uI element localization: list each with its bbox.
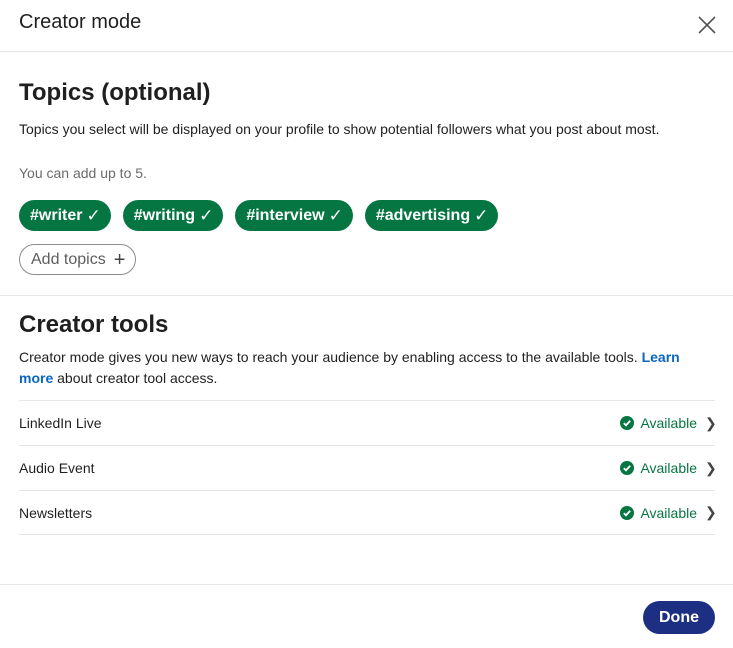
tool-status: Available ❯ <box>620 504 717 521</box>
topics-description: Topics you select will be displayed on y… <box>19 121 660 137</box>
chevron-right-icon: ❯ <box>705 504 717 520</box>
chip-label: #advertising <box>375 206 471 224</box>
chip-label: #interview <box>246 206 325 224</box>
tool-row-audio-event[interactable]: Audio Event Available ❯ <box>19 445 717 490</box>
chip-label: #writer <box>30 206 83 224</box>
status-label: Available <box>640 460 697 476</box>
check-circle-icon <box>620 416 635 430</box>
tool-status: Available ❯ <box>620 414 717 432</box>
tools-description: Creator mode gives you new ways to reach… <box>19 347 715 389</box>
check-icon: ✓ <box>86 205 101 225</box>
topic-chip-writing[interactable]: #writing ✓ <box>122 200 224 231</box>
plus-icon: + <box>113 248 126 271</box>
close-icon <box>698 16 716 34</box>
chip-label: #writing <box>133 206 196 224</box>
topic-chip-advertising[interactable]: #advertising ✓ <box>364 200 499 231</box>
modal-footer: Done <box>0 584 733 648</box>
check-icon: ✓ <box>199 205 214 225</box>
modal-header: Creator mode <box>0 0 733 52</box>
add-topics-button[interactable]: Add topics + <box>19 244 137 275</box>
close-button[interactable] <box>696 14 718 36</box>
check-circle-icon <box>620 461 635 475</box>
tools-desc-prefix: Creator mode gives you new ways to reach… <box>19 349 642 365</box>
check-icon: ✓ <box>474 205 489 225</box>
tool-row-linkedin-live[interactable]: LinkedIn Live Available ❯ <box>19 400 717 445</box>
tool-name: Newsletters <box>19 504 93 521</box>
tool-name: Audio Event <box>19 460 95 476</box>
chevron-right-icon: ❯ <box>705 459 717 476</box>
modal-title: Creator mode <box>19 11 142 33</box>
done-button[interactable]: Done <box>643 601 715 634</box>
topic-chip-interview[interactable]: #interview ✓ <box>235 200 353 231</box>
topics-hint: You can add up to 5. <box>19 165 147 181</box>
tools-desc-suffix: about creator tool access. <box>53 370 218 386</box>
topic-chips: #writer ✓ #writing ✓ #interview ✓ #advertis… <box>19 200 499 231</box>
tools-title: Creator tools <box>19 311 169 338</box>
check-icon: ✓ <box>328 205 343 225</box>
topic-chip-writer[interactable]: #writer ✓ <box>19 200 111 231</box>
tool-status: Available ❯ <box>620 459 717 477</box>
chevron-right-icon: ❯ <box>705 414 717 431</box>
status-label: Available <box>640 415 697 431</box>
tool-name: LinkedIn Live <box>19 415 102 431</box>
tools-list: LinkedIn Live Available ❯ Audio Event Av… <box>19 400 717 535</box>
add-topics-label: Add topics <box>31 250 106 268</box>
status-label: Available <box>640 504 697 521</box>
topics-title: Topics (optional) <box>19 79 211 106</box>
tool-row-newsletters[interactable]: Newsletters Available ❯ <box>19 490 717 535</box>
topics-section: Topics (optional) Topics you select will… <box>0 53 733 296</box>
check-circle-icon <box>620 505 635 520</box>
